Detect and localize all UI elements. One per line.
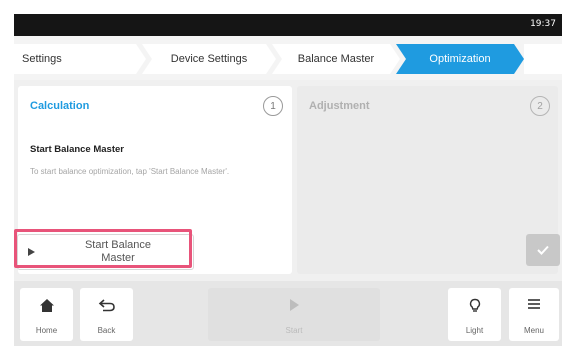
calculation-description: To start balance optimization, tap 'Star… — [30, 167, 230, 176]
light-button[interactable]: Light — [448, 288, 501, 341]
lightbulb-icon — [469, 298, 480, 312]
confirm-button[interactable] — [526, 234, 560, 266]
start-button[interactable]: Start — [208, 288, 380, 341]
back-arrow-icon — [98, 299, 115, 312]
breadcrumb: Settings Device Settings Balance Master … — [14, 36, 562, 80]
breadcrumb-settings[interactable]: Settings — [14, 44, 146, 74]
start-label: Start — [285, 326, 303, 335]
breadcrumb-device-settings-label: Device Settings — [170, 53, 248, 65]
device-screen: 19:37 Settings Device Settings Balance M… — [14, 14, 562, 346]
back-button[interactable]: Back — [80, 288, 133, 341]
start-balance-master-heading: Start Balance Master — [30, 144, 124, 155]
breadcrumb-balance-master[interactable]: Balance Master — [272, 44, 400, 74]
step-2-indicator: 2 — [530, 96, 550, 116]
breadcrumb-settings-label: Settings — [22, 53, 62, 65]
light-label: Light — [465, 326, 484, 335]
check-icon — [537, 245, 549, 255]
status-time: 19:37 — [530, 19, 556, 29]
step-1-indicator: 1 — [263, 96, 283, 116]
breadcrumb-device-settings[interactable]: Device Settings — [142, 44, 276, 74]
menu-label: Menu — [523, 326, 544, 335]
highlight-box — [14, 229, 192, 268]
play-icon — [290, 299, 299, 311]
calculation-title: Calculation — [30, 100, 90, 112]
breadcrumb-optimization[interactable]: Optimization — [396, 44, 524, 74]
menu-button[interactable]: Menu — [509, 288, 559, 341]
status-bar: 19:37 — [14, 14, 562, 36]
adjustment-title: Adjustment — [309, 100, 370, 112]
adjustment-panel: Adjustment 2 — [297, 86, 558, 274]
breadcrumb-balance-master-label: Balance Master — [297, 53, 375, 65]
home-icon — [39, 299, 54, 312]
home-button[interactable]: Home — [20, 288, 73, 341]
back-label: Back — [97, 326, 116, 335]
bottom-toolbar: Home Back Start Light Menu — [14, 281, 562, 346]
breadcrumb-optimization-label: Optimization — [429, 53, 491, 65]
menu-icon — [528, 299, 540, 309]
breadcrumb-filler — [524, 44, 562, 74]
home-label: Home — [35, 326, 58, 335]
